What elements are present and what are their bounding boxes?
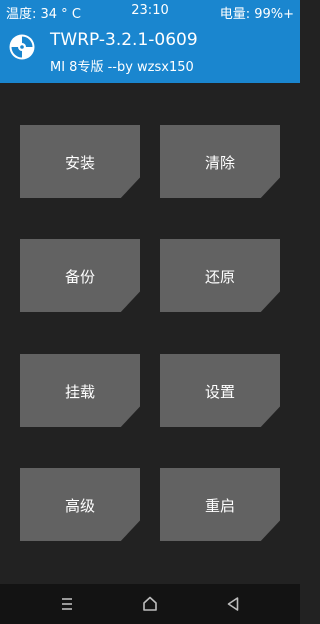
settings-label: 设置: [204, 383, 235, 401]
wipe-label: 清除: [204, 154, 235, 172]
advanced-label: 高级: [64, 497, 95, 515]
reboot-label: 重启: [204, 497, 235, 515]
wipe-button[interactable]: 清除: [160, 125, 280, 198]
twrp-logo-icon: [8, 33, 36, 61]
mount-button[interactable]: 挂载: [20, 354, 140, 427]
restore-button[interactable]: 还原: [160, 239, 280, 312]
install-button[interactable]: 安装: [20, 125, 140, 198]
status-bar: 温度: 34 ° C 23:10 电量: 99%+: [0, 0, 300, 22]
twrp-screen: 温度: 34 ° C 23:10 电量: 99%+ TWRP-3.2.1-060…: [0, 0, 300, 624]
app-subtitle: MI 8专版 --by wzsx150: [50, 60, 194, 75]
header-bar: 温度: 34 ° C 23:10 电量: 99%+ TWRP-3.2.1-060…: [0, 0, 300, 83]
restore-label: 还原: [204, 268, 235, 286]
install-label: 安装: [64, 154, 95, 172]
home-icon[interactable]: [139, 593, 161, 615]
settings-button[interactable]: 设置: [160, 354, 280, 427]
mount-label: 挂载: [64, 383, 95, 401]
app-title: TWRP-3.2.1-0609: [50, 30, 198, 50]
backup-label: 备份: [64, 268, 95, 286]
advanced-button[interactable]: 高级: [20, 468, 140, 541]
menu-icon[interactable]: [56, 593, 78, 615]
battery-text: 电量: 99%+: [219, 7, 294, 22]
navigation-bar: [0, 584, 300, 624]
back-icon[interactable]: [222, 593, 244, 615]
reboot-button[interactable]: 重启: [160, 468, 280, 541]
backup-button[interactable]: 备份: [20, 239, 140, 312]
